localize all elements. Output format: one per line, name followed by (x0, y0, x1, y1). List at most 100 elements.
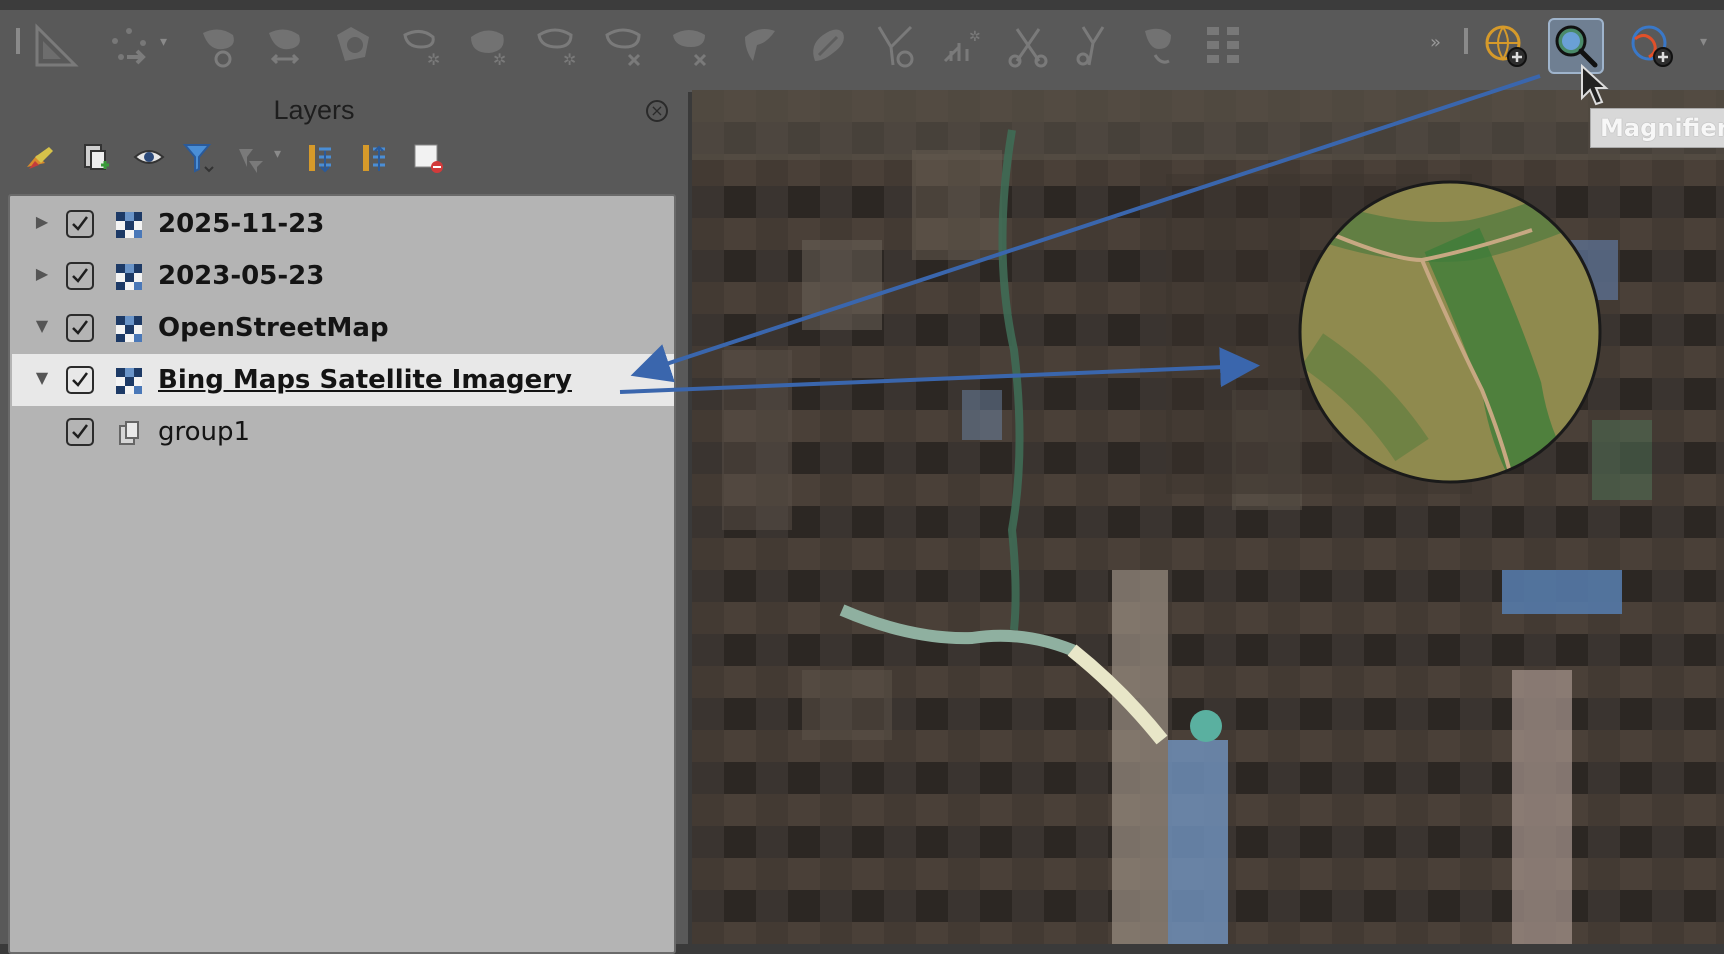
split-parts-icon (877, 25, 914, 68)
style-panel-button[interactable] (20, 138, 60, 178)
layer-name: 2023-05-23 (158, 261, 325, 291)
zoom-globe-icon (1485, 25, 1527, 67)
collapse-all-button[interactable] (356, 138, 396, 178)
split-features-icon (813, 29, 844, 61)
move-dropdown-arrow-icon[interactable]: ▾ (160, 34, 167, 50)
filter-expression-icon (239, 149, 263, 173)
move-feature-button[interactable] (102, 18, 158, 74)
filter-legend-button[interactable] (178, 138, 218, 178)
expand-arrow-icon[interactable]: ▶ (32, 212, 52, 232)
map-toolbar: ▾ ✲ ✲ ✲ ✲ » ▾ (0, 0, 1724, 92)
add-group-icon (84, 144, 109, 170)
add-part-button[interactable]: ✲ (392, 18, 448, 74)
layer-row[interactable]: ▼ Bing Maps Satellite Imagery (12, 354, 674, 406)
layers-panel: Layers × ▾ ▶ 2025-11-23 ▶ 2023-05-23 ▼ O… (0, 92, 688, 954)
rotate-feature-icon (203, 29, 234, 68)
layer-visibility-checkbox[interactable] (66, 418, 94, 446)
checkmark-icon (72, 424, 88, 439)
merge-features-icon: ✲ (943, 29, 981, 63)
delete-part-icon (605, 28, 641, 67)
layer-row[interactable]: ▼ OpenStreetMap (12, 302, 674, 354)
remove-layer-icon (414, 144, 443, 173)
layer-visibility-checkbox[interactable] (66, 210, 94, 238)
zoom-dropdown-arrow-icon[interactable]: ▾ (1700, 34, 1707, 50)
layer-name: OpenStreetMap (158, 313, 389, 343)
layer-visibility-checkbox[interactable] (66, 314, 94, 342)
rotate-point-symbols-icon (1076, 26, 1105, 66)
svg-text:✲: ✲ (493, 50, 506, 69)
collapse-all-icon (363, 145, 385, 171)
delete-ring-button[interactable]: ✲ (528, 18, 584, 74)
fill-ring-button[interactable]: ✲ (460, 18, 516, 74)
raster-layer-icon (114, 366, 144, 396)
svg-text:✲: ✲ (427, 50, 440, 69)
layer-row[interactable]: ▶ 2023-05-23 (12, 250, 674, 302)
rotate-point-symbols-button[interactable] (1064, 18, 1120, 74)
collapse-arrow-icon[interactable]: ▼ (32, 368, 52, 388)
tile-grid-button[interactable] (1196, 18, 1252, 74)
split-features-button[interactable] (800, 18, 856, 74)
offset-point-symbols-button[interactable] (1128, 18, 1184, 74)
delete-part-button[interactable] (596, 18, 652, 74)
merge-features-button[interactable]: ✲ (934, 18, 990, 74)
reshape-features-button[interactable] (662, 18, 718, 74)
layer-name: group1 (158, 417, 251, 447)
magnifier-tooltip: Magnifier (1590, 108, 1724, 148)
layer-visibility-checkbox[interactable] (66, 262, 94, 290)
merge-attributes-button[interactable] (1000, 18, 1056, 74)
move-feature-icon (112, 28, 146, 65)
zoom-globe-color-button[interactable] (1626, 18, 1682, 74)
layer-name: Bing Maps Satellite Imagery (158, 365, 572, 395)
simplify-feature-button[interactable] (256, 18, 312, 74)
checkmark-icon (72, 216, 88, 231)
expand-all-icon (309, 145, 331, 173)
layer-row[interactable]: ▶ 2025-11-23 (12, 198, 674, 250)
filter-legend-icon (182, 144, 214, 173)
checkmark-icon (72, 372, 88, 387)
raster-layer-icon (114, 262, 144, 292)
filter-expression-button[interactable] (232, 138, 272, 178)
visibility-button[interactable] (130, 138, 170, 178)
zoom-globe-color-icon (1631, 25, 1673, 67)
measure-button[interactable] (28, 18, 84, 74)
collapse-arrow-icon[interactable]: ▼ (32, 316, 52, 336)
filter-dropdown-arrow-icon[interactable]: ▾ (274, 146, 281, 162)
layer-tree[interactable]: ▶ 2025-11-23 ▶ 2023-05-23 ▼ OpenStreetMap ▼ Bin… (8, 194, 676, 954)
remove-layer-button[interactable] (408, 138, 448, 178)
layer-visibility-checkbox[interactable] (66, 366, 94, 394)
reshape-features-icon (673, 30, 707, 67)
close-panel-icon[interactable]: × (646, 100, 668, 122)
checkmark-icon (72, 268, 88, 283)
toolbar-handle[interactable] (16, 28, 20, 54)
checkmark-icon (72, 320, 88, 335)
layer-name: 2025-11-23 (158, 209, 325, 239)
offset-curve-icon (745, 29, 775, 61)
tile-grid-icon (1207, 27, 1239, 63)
add-ring-button[interactable] (326, 18, 382, 74)
expand-all-button[interactable] (302, 138, 342, 178)
split-parts-button[interactable] (868, 18, 924, 74)
expand-arrow-icon[interactable]: ▶ (32, 264, 52, 284)
style-panel-icon (27, 147, 53, 169)
fill-ring-icon: ✲ (471, 30, 506, 69)
raster-layer-icon (114, 314, 144, 344)
simplify-feature-icon (269, 29, 300, 65)
add-part-icon: ✲ (403, 30, 440, 69)
raster-layer-icon (114, 210, 144, 240)
delete-ring-icon: ✲ (537, 28, 576, 69)
svg-text:✲: ✲ (969, 29, 981, 45)
offset-curve-button[interactable] (732, 18, 788, 74)
toolbar-separator (1464, 28, 1468, 54)
panel-title: Layers (273, 95, 355, 125)
add-group-button[interactable] (76, 138, 116, 178)
satellite-imagery (692, 90, 1724, 944)
layer-row[interactable]: group1 (12, 406, 674, 458)
toolbar-top-strip (0, 0, 1724, 10)
rotate-feature-button[interactable] (190, 18, 246, 74)
map-canvas[interactable] (692, 90, 1724, 944)
merge-attributes-icon (1008, 28, 1048, 68)
toolbar-overflow-icon[interactable]: » (1430, 32, 1441, 53)
zoom-globe-button[interactable] (1480, 18, 1536, 74)
add-ring-icon (337, 27, 369, 61)
svg-text:✲: ✲ (563, 50, 576, 69)
